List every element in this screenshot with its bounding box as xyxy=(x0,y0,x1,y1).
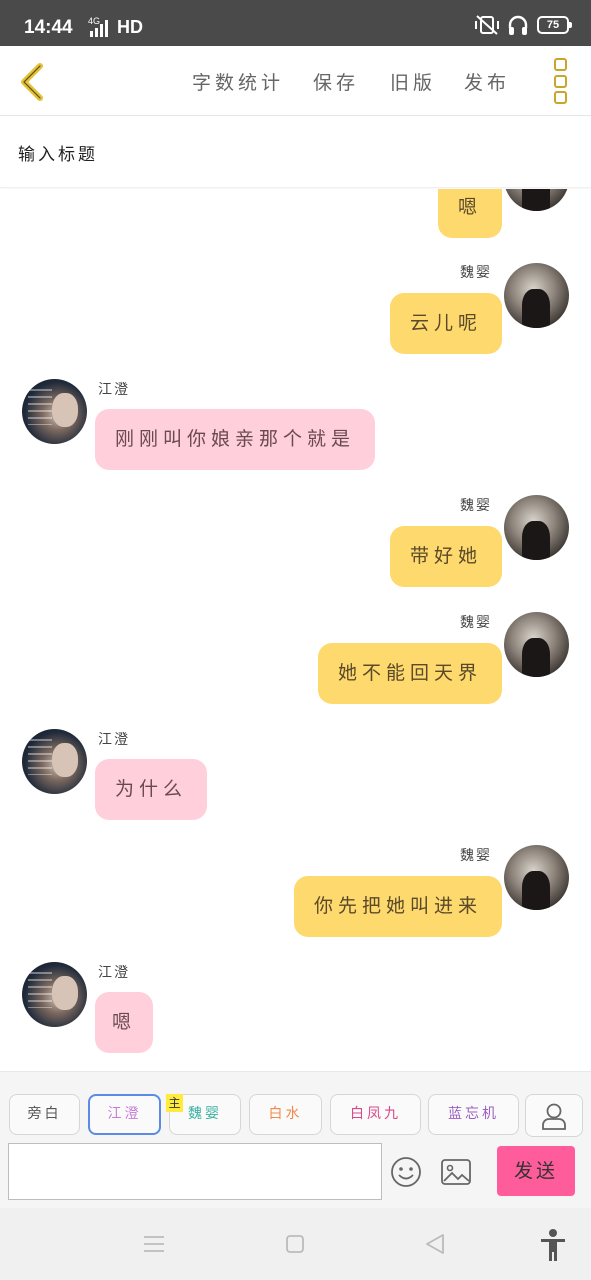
image-icon[interactable] xyxy=(440,1158,472,1186)
speaker-name: 江澄 xyxy=(98,732,130,748)
composer-panel: 旁白 江澄 魏婴 主 白水 白凤九 蓝忘机 发送 xyxy=(0,1071,591,1208)
add-role-button[interactable] xyxy=(525,1094,583,1137)
title-input[interactable]: 输入标题 xyxy=(18,140,98,165)
avatar-wei-ying xyxy=(504,189,569,211)
speaker-name: 魏婴 xyxy=(460,498,492,514)
speaker-name: 魏婴 xyxy=(460,265,492,281)
avatar-jiang-cheng xyxy=(22,729,87,794)
avatar-jiang-cheng xyxy=(22,962,87,1027)
back-icon[interactable] xyxy=(424,1233,446,1255)
chat-area[interactable]: 嗯 魏婴 云儿呢 江澄 刚刚叫你娘亲那个就是 魏婴 带好她 魏婴 她不能回天界 … xyxy=(0,189,591,1071)
old-version-button[interactable]: 旧版 xyxy=(390,68,436,95)
message-bubble[interactable]: 你先把她叫进来 xyxy=(294,876,503,937)
headphones-icon xyxy=(508,15,528,35)
title-field[interactable]: 输入标题 xyxy=(0,116,591,188)
message-bubble[interactable]: 刚刚叫你娘亲那个就是 xyxy=(95,409,376,470)
avatar-jiang-cheng xyxy=(22,379,87,444)
role-chip-jiang-cheng[interactable]: 江澄 xyxy=(88,1094,161,1135)
back-arrow-icon[interactable] xyxy=(14,60,50,104)
message-bubble[interactable]: 云儿呢 xyxy=(390,293,503,354)
message-bubble[interactable]: 嗯 xyxy=(438,189,503,238)
message-bubble[interactable]: 她不能回天界 xyxy=(318,643,503,704)
message-bubble[interactable]: 带好她 xyxy=(390,526,503,587)
menu-icon[interactable] xyxy=(143,1234,165,1254)
avatar-wei-ying xyxy=(504,263,569,328)
main-role-badge: 主 xyxy=(166,1094,183,1112)
status-time: 14:44 xyxy=(24,17,73,38)
role-chip-bai-feng-jiu[interactable]: 白凤九 xyxy=(330,1094,421,1135)
speaker-name: 魏婴 xyxy=(460,848,492,864)
vibrate-mute-icon xyxy=(475,15,499,35)
role-chip-lan-wang-ji[interactable]: 蓝忘机 xyxy=(428,1094,519,1135)
avatar-wei-ying xyxy=(504,845,569,910)
menu-square-icon xyxy=(553,58,567,71)
signal-icon xyxy=(90,20,108,37)
message-bubble[interactable]: 为什么 xyxy=(95,759,208,820)
menu-square-icon xyxy=(553,74,567,88)
status-bar: 14:44 4G HD 75 xyxy=(0,0,591,46)
save-button[interactable]: 保存 xyxy=(313,68,359,95)
system-navigation-bar xyxy=(0,1208,591,1280)
top-toolbar: 字数统计 保存 旧版 发布 xyxy=(0,46,591,116)
role-chip-bai-shui[interactable]: 白水 xyxy=(249,1094,322,1135)
word-count-button[interactable]: 字数统计 xyxy=(192,68,284,95)
speaker-name: 魏婴 xyxy=(460,615,492,631)
accessibility-icon[interactable] xyxy=(539,1228,567,1262)
hd-indicator: HD xyxy=(117,17,143,37)
avatar-wei-ying xyxy=(504,612,569,677)
send-button[interactable]: 发送 xyxy=(497,1146,575,1196)
speaker-name: 江澄 xyxy=(98,382,130,398)
role-chip-narrator[interactable]: 旁白 xyxy=(9,1094,80,1135)
publish-button[interactable]: 发布 xyxy=(464,68,510,95)
emoji-icon[interactable] xyxy=(390,1156,422,1188)
menu-square-icon xyxy=(553,91,567,104)
person-icon xyxy=(542,1103,566,1130)
avatar-wei-ying xyxy=(504,495,569,560)
home-icon[interactable] xyxy=(285,1234,305,1254)
message-input[interactable] xyxy=(8,1143,382,1200)
more-menu-button[interactable] xyxy=(549,56,571,106)
battery-icon: 75 xyxy=(537,16,572,34)
speaker-name: 江澄 xyxy=(98,965,130,981)
message-bubble[interactable]: 嗯 xyxy=(95,992,154,1053)
